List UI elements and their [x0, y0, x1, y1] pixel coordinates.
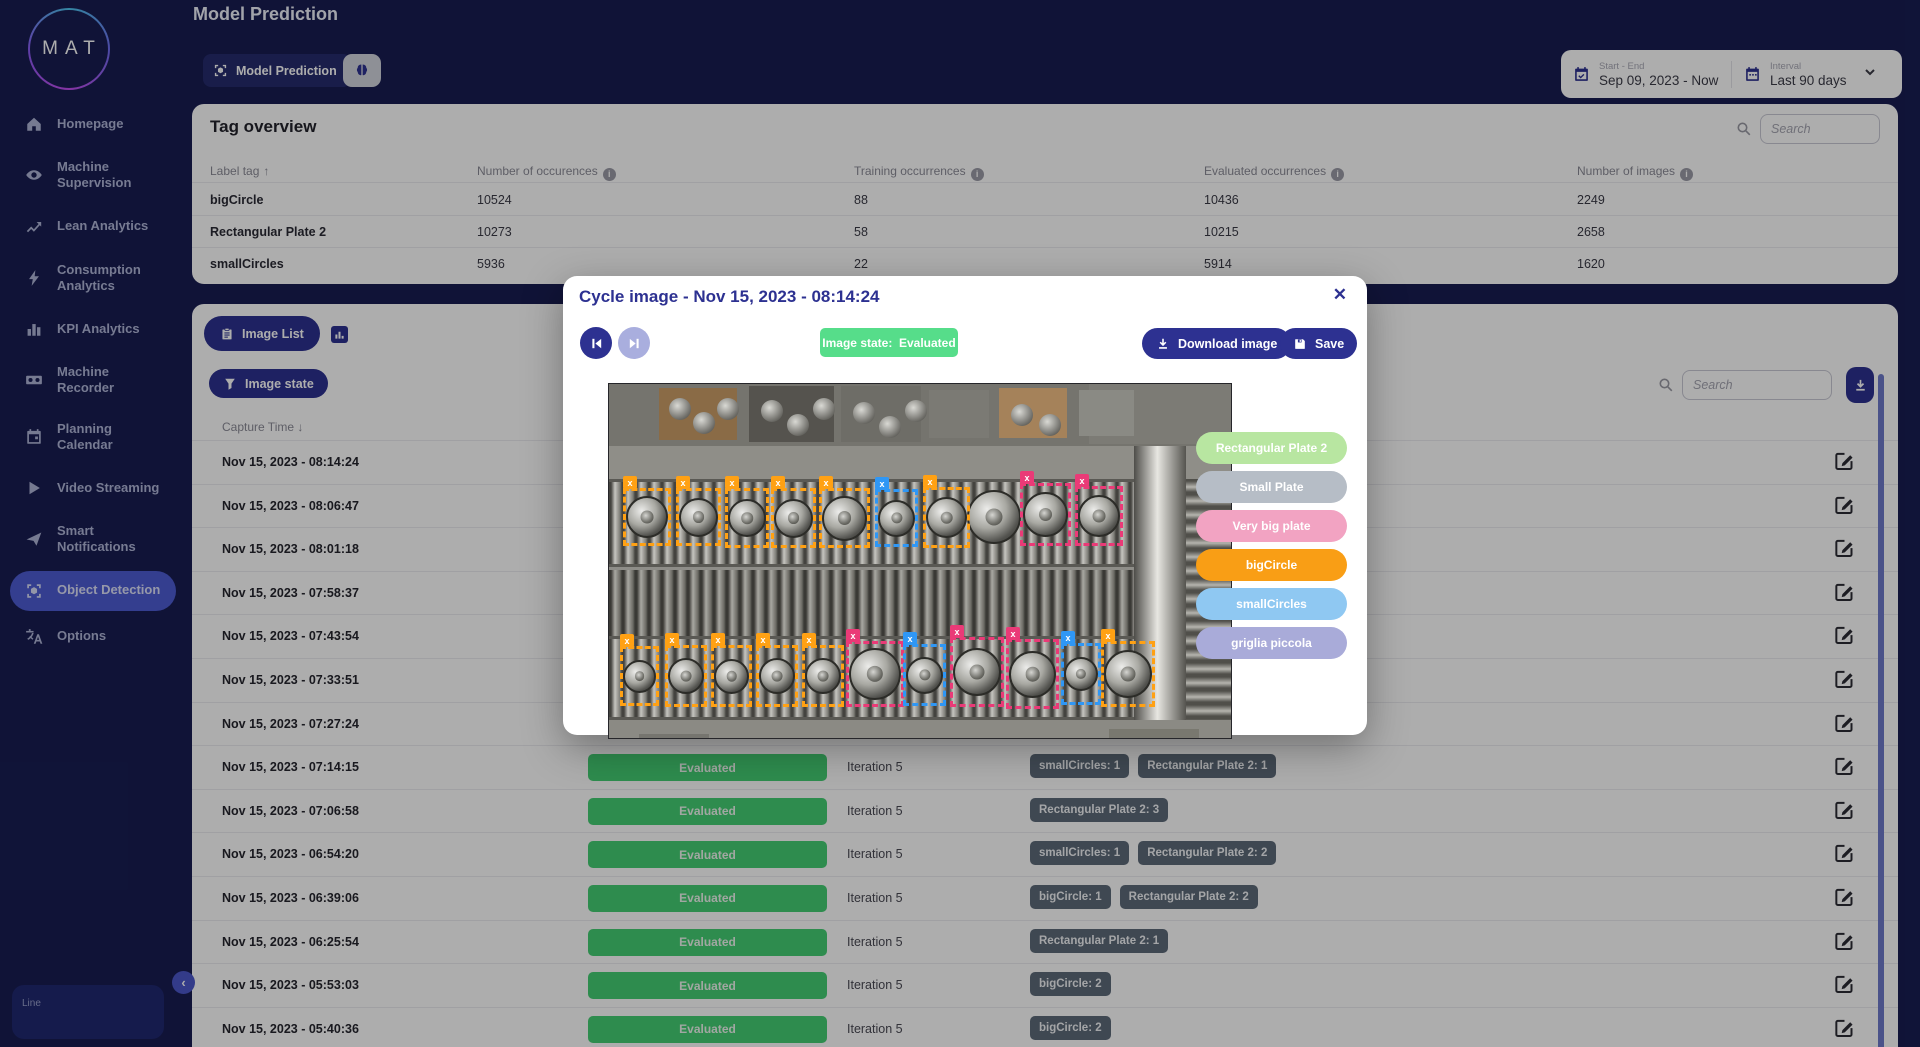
photo-part [717, 398, 739, 420]
save-button[interactable]: Save [1280, 328, 1358, 359]
detection-box-tab[interactable]: x [665, 633, 679, 646]
save-button-label: Save [1315, 336, 1345, 351]
detection-box-tab[interactable]: x [676, 476, 690, 489]
wheel-hub [985, 508, 1003, 526]
detection-box-orange[interactable]: x [771, 476, 816, 548]
label-button-bigcircle[interactable]: bigCircle [1196, 549, 1347, 581]
detection-box-orange[interactable]: x [819, 476, 870, 548]
next-image-button[interactable] [618, 327, 650, 359]
close-icon[interactable]: ✕ [1327, 284, 1353, 306]
label-button-small-plate[interactable]: Small Plate [1196, 471, 1347, 503]
download-icon [1159, 338, 1167, 349]
photo-decoration [1109, 729, 1199, 738]
photo-decoration [639, 734, 709, 738]
detection-box-tab[interactable]: x [620, 634, 634, 647]
detection-box-tab[interactable]: x [903, 632, 917, 645]
detection-box-orange[interactable]: x [756, 633, 798, 707]
label-button-rectangular-plate-2[interactable]: Rectangular Plate 2 [1196, 432, 1347, 464]
detection-box-pink[interactable]: x [1075, 474, 1123, 546]
image-state-badge: Image state: Evaluated [820, 328, 958, 357]
detection-box-tab[interactable]: x [756, 633, 770, 646]
photo-decoration [1079, 390, 1134, 436]
detection-box-blue[interactable]: x [875, 477, 918, 547]
detection-box-tab[interactable]: x [725, 476, 739, 489]
photo-part [669, 398, 691, 420]
detection-box-orange[interactable]: x [676, 476, 721, 546]
skip-previous-icon [591, 338, 601, 348]
label-button-griglia-piccola[interactable]: griglia piccola [1196, 627, 1347, 659]
detection-box-tab[interactable]: x [771, 476, 785, 489]
photo-part [1039, 414, 1061, 436]
detection-box-tab[interactable]: x [1020, 471, 1034, 484]
photo-part [787, 414, 809, 436]
photo-part [879, 416, 901, 438]
detection-box-blue[interactable]: x [1061, 631, 1101, 705]
label-button-smallcircles[interactable]: smallCircles [1196, 588, 1347, 620]
detection-box-pink[interactable]: x [1020, 471, 1071, 546]
detection-box-orange[interactable]: x [725, 476, 769, 548]
detection-box-orange[interactable]: x [1101, 629, 1155, 707]
detection-box-pink[interactable]: x [1006, 627, 1059, 709]
download-image-button[interactable]: Download image [1142, 328, 1292, 359]
photo-part [1011, 404, 1033, 426]
detection-box-tab[interactable]: x [819, 476, 833, 489]
detection-box-orange[interactable]: x [623, 476, 671, 546]
detection-box-tab[interactable]: x [1061, 631, 1075, 644]
modal-title: Cycle image - Nov 15, 2023 - 08:14:24 [579, 287, 880, 306]
detection-box-blue[interactable]: x [903, 632, 946, 706]
detection-box-tab[interactable]: x [1101, 629, 1115, 642]
app-window: MAT Homepage Machine Supervision Lean Anal… [0, 0, 1920, 1047]
detection-box-tab[interactable]: x [846, 629, 860, 642]
detection-box-tab[interactable]: x [923, 475, 937, 488]
detection-box-tab[interactable]: x [1006, 627, 1020, 640]
photo-part [853, 402, 875, 424]
photo-part [813, 398, 835, 420]
photo-part [761, 400, 783, 422]
detection-box-orange[interactable]: x [802, 633, 844, 707]
label-buttons-column: Rectangular Plate 2 Small Plate Very big p… [1196, 432, 1347, 659]
detection-box-orange[interactable]: x [923, 475, 970, 548]
detection-box-tab[interactable]: x [875, 477, 889, 490]
detection-box-orange[interactable]: x [711, 633, 752, 707]
cycle-image-modal: Cycle image - Nov 15, 2023 - 08:14:24 ✕ … [563, 276, 1367, 739]
photo-part [905, 400, 927, 422]
detection-box-orange[interactable]: x [665, 633, 707, 707]
photo-part [693, 412, 715, 434]
previous-image-button[interactable] [580, 327, 612, 359]
detection-box-tab[interactable]: x [950, 625, 964, 638]
download-image-label: Download image [1178, 336, 1278, 351]
detection-box-tab[interactable]: x [623, 476, 637, 489]
wheel [967, 490, 1021, 544]
detection-box-orange[interactable]: x [620, 634, 659, 706]
detection-box-pink[interactable]: x [846, 629, 904, 707]
detection-box-tab[interactable]: x [711, 633, 725, 646]
skip-next-icon [629, 338, 639, 348]
photo-decoration [929, 390, 989, 438]
label-button-very-big-plate[interactable]: Very big plate [1196, 510, 1347, 542]
detection-box-tab[interactable]: x [1075, 474, 1089, 487]
cycle-image[interactable]: x x x x x x x x x x x x x x x x x x x x [608, 383, 1232, 739]
detection-box-pink[interactable]: x [950, 625, 1004, 707]
save-icon [1295, 338, 1305, 349]
detection-box-tab[interactable]: x [802, 633, 816, 646]
